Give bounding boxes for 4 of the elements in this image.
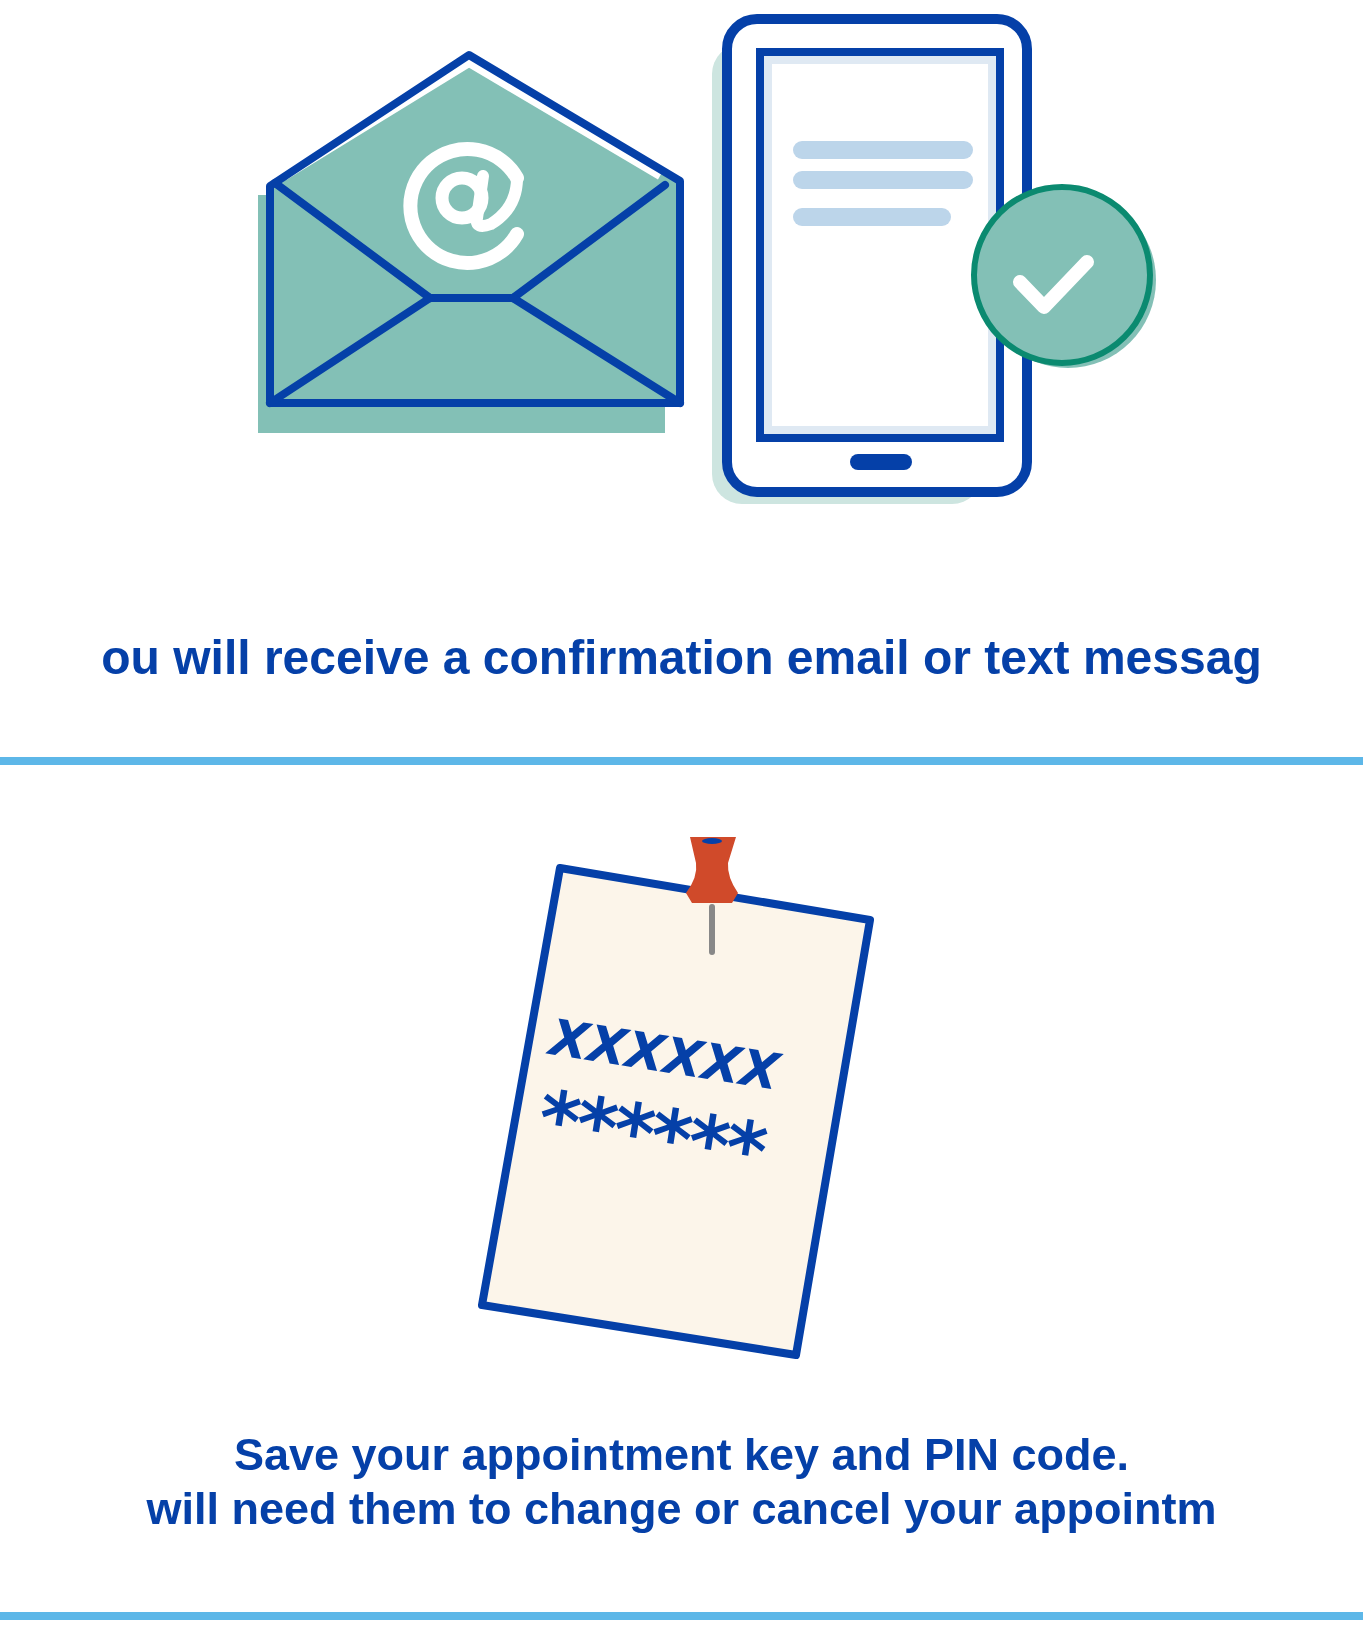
pushpin-icon [686, 837, 738, 955]
instruction-text: will need them to change or cancel your appointm [146, 1482, 1217, 1536]
instruction-text: Save your appointment key and PIN code. [233, 1428, 1130, 1482]
confirmation-message: ou will receive a confirmation email or text messag [100, 630, 1263, 686]
